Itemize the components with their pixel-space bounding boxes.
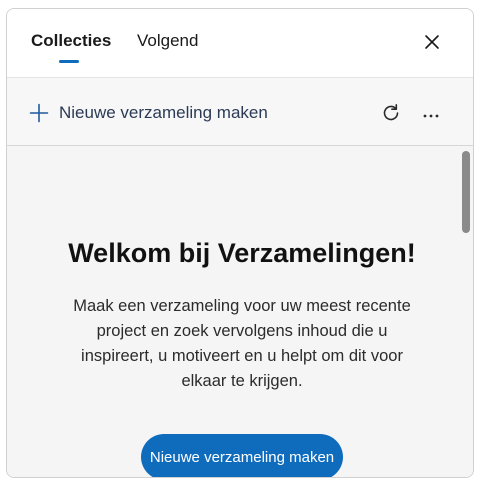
active-tab-indicator [59, 60, 79, 63]
close-button[interactable] [417, 29, 447, 59]
collections-content: Welkom bij Verzamelingen! Maak een verza… [7, 146, 473, 477]
close-icon [424, 34, 440, 55]
welcome-description: Maak een verzameling voor uw meest recen… [73, 297, 411, 390]
tab-collecties[interactable]: Collecties [31, 31, 111, 51]
tab-volgend[interactable]: Volgend [137, 31, 198, 51]
welcome-title: Welkom bij Verzamelingen! [68, 238, 416, 268]
more-icon [421, 106, 441, 124]
refresh-button[interactable] [378, 102, 404, 128]
new-collection-label: Nieuwe verzameling maken [59, 103, 268, 122]
create-collection-button[interactable]: Nieuwe verzameling maken [141, 434, 343, 477]
more-options-button[interactable] [418, 102, 444, 128]
new-collection-link[interactable]: Nieuwe verzameling maken [29, 100, 268, 126]
scrollbar-thumb[interactable] [462, 151, 470, 233]
refresh-icon [380, 102, 402, 129]
collections-toolbar: Nieuwe verzameling maken [7, 78, 473, 146]
collections-panel: Collecties Volgend Nieuwe verzameling ma… [6, 8, 474, 478]
panel-header: Collecties Volgend [7, 9, 473, 78]
plus-icon [29, 103, 49, 123]
